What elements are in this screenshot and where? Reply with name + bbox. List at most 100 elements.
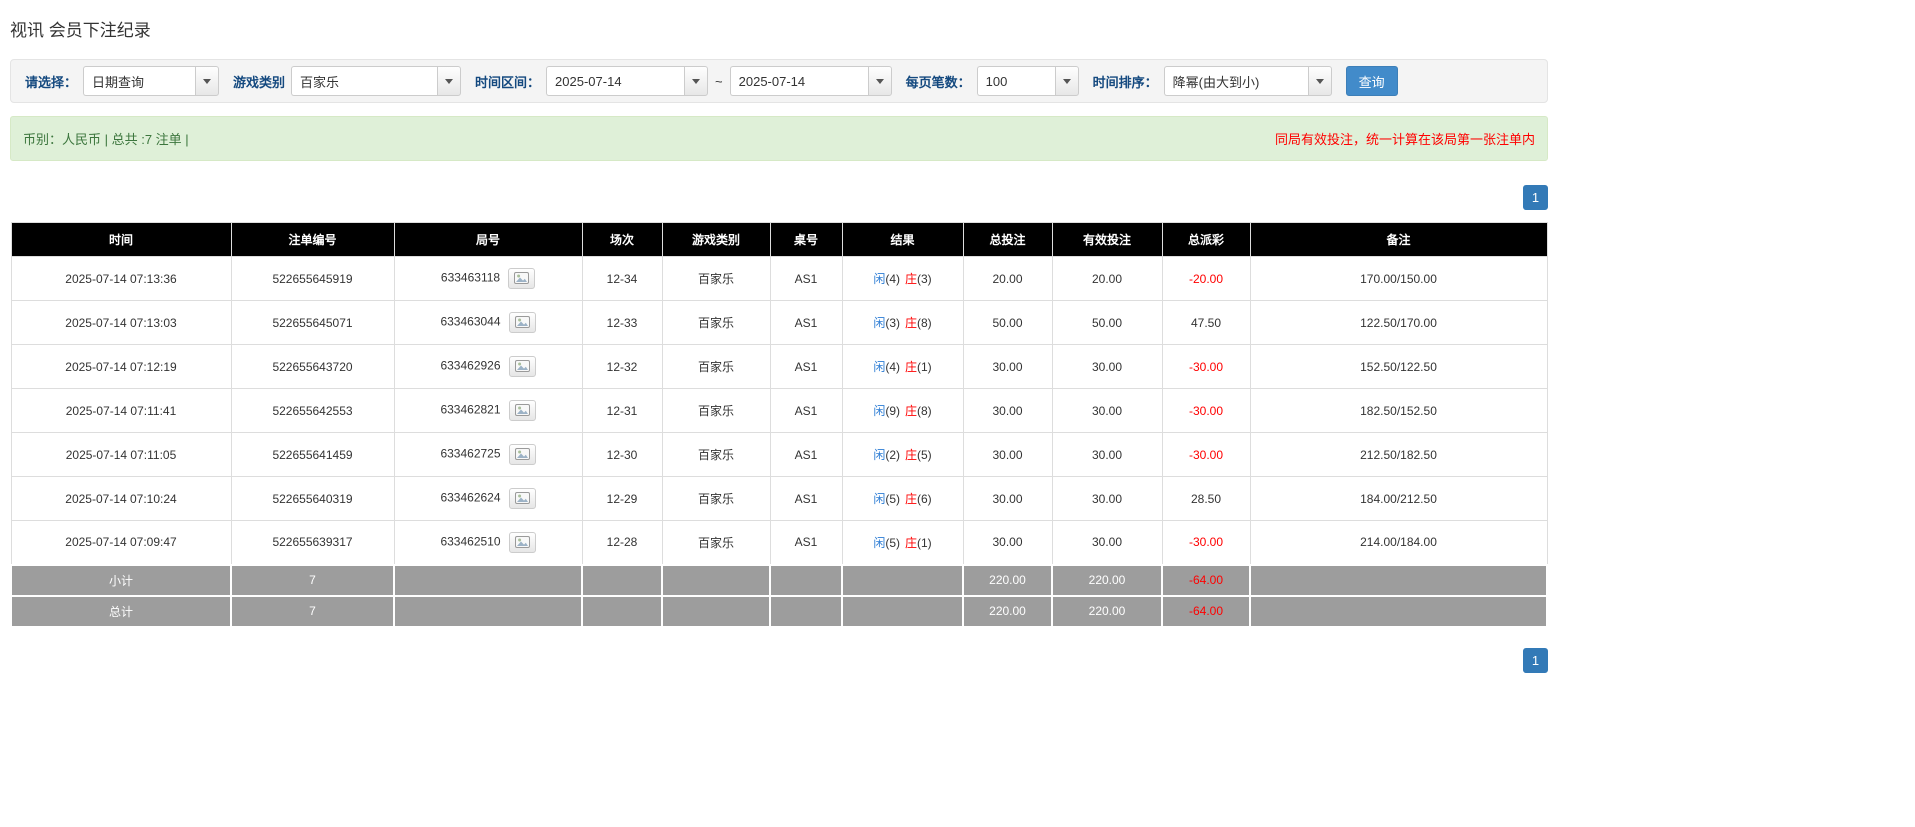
cell-total-bet[interactable]: 20.00: [962, 256, 1053, 301]
cell-time: 2025-07-14 07:11:05: [10, 432, 232, 477]
game-type-label: 游戏类别: [233, 74, 286, 90]
table-body: 2025-07-14 07:13:36 522655645919 6334631…: [10, 256, 1548, 565]
page-size-select[interactable]: [976, 66, 1079, 96]
caret-icon: [875, 78, 884, 84]
cell-total-bet[interactable]: 30.00: [962, 476, 1053, 521]
cell-result: 闲(2) 庄(5): [841, 432, 964, 477]
result-player-value: (4): [885, 272, 900, 286]
picture-icon: [514, 404, 530, 416]
round-no-text: 633463118: [440, 270, 501, 285]
cell-total-bet[interactable]: 30.00: [962, 388, 1053, 433]
chevron-down-icon[interactable]: [867, 66, 892, 96]
table-header: 时间 注单编号 局号 场次 游戏类别 桌号 结果 总投注 有效投注 总派彩 备注: [10, 222, 1548, 257]
empty-cell: [661, 594, 771, 628]
game-type-value[interactable]: [291, 66, 438, 96]
cell-round-no: 633462624: [393, 476, 583, 521]
cell-bet-no: 522655640319: [230, 476, 395, 521]
cell-total-bet[interactable]: 30.00: [962, 432, 1053, 477]
cell-session: 12-31: [581, 388, 663, 433]
empty-cell: [1249, 594, 1548, 628]
date-from-value[interactable]: [546, 66, 685, 96]
cell-total-bet[interactable]: 30.00: [962, 520, 1053, 565]
date-to-value[interactable]: [729, 66, 868, 96]
cell-valid-bet: 30.00: [1051, 520, 1163, 565]
cell-session: 12-34: [581, 256, 663, 301]
header-session: 场次: [581, 222, 663, 257]
pagination-bottom: 1: [10, 647, 1548, 673]
result-banker-value: (1): [917, 360, 932, 374]
chevron-down-icon[interactable]: [1054, 66, 1079, 96]
sort-label: 时间排序：: [1092, 74, 1158, 90]
table-row: 2025-07-14 07:11:41 522655642553 6334628…: [10, 388, 1548, 433]
sort-select[interactable]: [1163, 66, 1332, 96]
caret-icon: [692, 78, 701, 84]
search-button[interactable]: 查询: [1345, 66, 1398, 96]
picture-icon: [514, 492, 530, 504]
caret-icon: [445, 78, 454, 84]
total-payout: -64.00: [1161, 594, 1251, 628]
summary-text: 币别：人民币 | 总共 :7 注单 |: [23, 132, 189, 147]
total-valid-bet: 220.00: [1051, 594, 1163, 628]
cell-remark: 184.00/212.50: [1249, 476, 1548, 521]
cell-time: 2025-07-14 07:13:36: [10, 256, 232, 301]
result-banker-value: (8): [917, 404, 932, 418]
page-1-button[interactable]: 1: [1523, 647, 1548, 673]
cell-round-no: 633462510: [393, 520, 583, 565]
cell-remark: 122.50/170.00: [1249, 300, 1548, 345]
cell-table-no: AS1: [769, 388, 843, 433]
header-table-no: 桌号: [769, 222, 843, 257]
date-from-picker[interactable]: [546, 66, 709, 96]
result-banker-value: (8): [917, 316, 932, 330]
result-banker-label: 庄: [905, 448, 918, 462]
round-detail-button[interactable]: [508, 400, 536, 421]
round-no-text: 633462821: [440, 402, 501, 417]
cell-game-type: 百家乐: [661, 476, 771, 521]
result-banker-label: 庄: [905, 272, 918, 286]
empty-cell: [769, 563, 843, 597]
cell-remark: 214.00/184.00: [1249, 520, 1548, 565]
result-banker-value: (3): [917, 272, 932, 286]
round-no-text: 633462926: [440, 358, 501, 373]
cell-session: 12-29: [581, 476, 663, 521]
date-type-value[interactable]: [83, 66, 196, 96]
date-type-label: 请选择：: [25, 74, 78, 90]
cell-total-bet[interactable]: 30.00: [962, 344, 1053, 389]
header-payout: 总派彩: [1161, 222, 1251, 257]
round-no-text: 633462510: [440, 534, 501, 549]
cell-total-bet[interactable]: 50.00: [962, 300, 1053, 345]
round-detail-button[interactable]: [508, 488, 536, 509]
chevron-down-icon[interactable]: [684, 66, 709, 96]
result-player-label: 闲: [873, 272, 886, 286]
round-detail-button[interactable]: [508, 312, 536, 333]
table-row: 2025-07-14 07:13:36 522655645919 6334631…: [10, 256, 1548, 301]
date-to-picker[interactable]: [729, 66, 892, 96]
chevron-down-icon[interactable]: [195, 66, 220, 96]
round-detail-button[interactable]: [508, 444, 536, 465]
cell-round-no: 633463044: [393, 300, 583, 345]
page-1-button[interactable]: 1: [1523, 185, 1548, 210]
result-banker-label: 庄: [905, 535, 918, 550]
total-count: 7: [230, 594, 395, 628]
cell-payout: -30.00: [1161, 432, 1251, 477]
result-banker-value: (6): [917, 492, 932, 506]
cell-time: 2025-07-14 07:12:19: [10, 344, 232, 389]
chevron-down-icon[interactable]: [1307, 66, 1332, 96]
total-label: 总计: [10, 594, 232, 628]
cell-session: 12-33: [581, 300, 663, 345]
date-type-select[interactable]: [83, 66, 220, 96]
sort-value[interactable]: [1163, 66, 1308, 96]
result-banker-value: (5): [917, 448, 932, 462]
result-player-label: 闲: [873, 448, 886, 462]
cell-session: 12-32: [581, 344, 663, 389]
round-no-text: 633462624: [440, 490, 501, 505]
chevron-down-icon[interactable]: [437, 66, 462, 96]
round-detail-button[interactable]: [508, 531, 536, 553]
cell-result: 闲(4) 庄(3): [841, 256, 964, 301]
round-detail-button[interactable]: [508, 268, 536, 289]
empty-cell: [769, 594, 843, 628]
picture-icon: [514, 448, 530, 460]
round-detail-button[interactable]: [508, 356, 536, 377]
game-type-select[interactable]: [291, 66, 462, 96]
page-size-value[interactable]: [976, 66, 1055, 96]
result-player-value: (3): [885, 316, 900, 330]
